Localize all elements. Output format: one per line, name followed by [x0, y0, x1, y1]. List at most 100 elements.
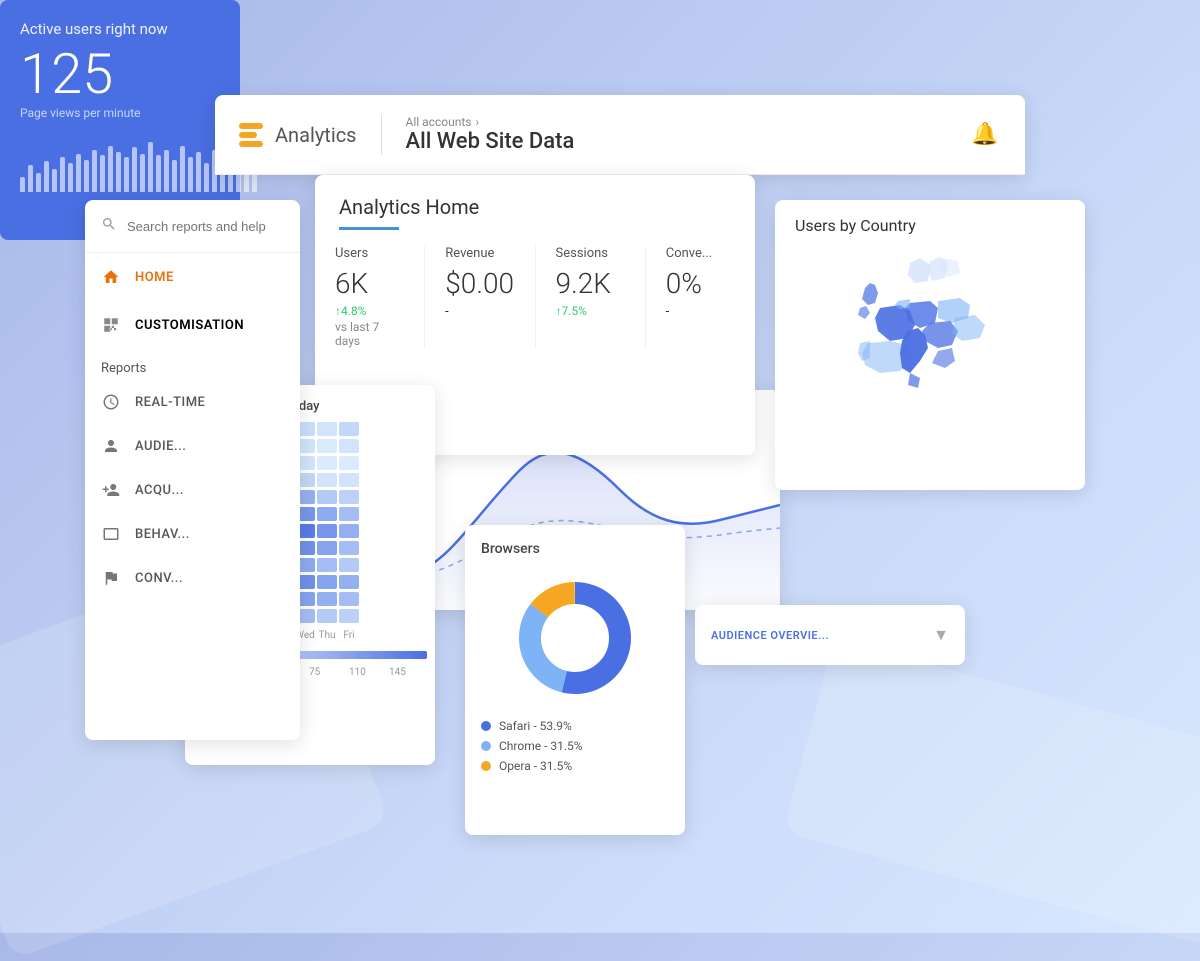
- home-label: HOME: [135, 270, 174, 285]
- heatmap-cell: [339, 456, 359, 470]
- sidebar-item-customisation[interactable]: CUSTOMISATION: [85, 301, 300, 349]
- header-divider: [381, 115, 382, 155]
- active-chart-bar: [36, 173, 41, 192]
- heatmap-cell: [339, 524, 359, 538]
- chrome-dot: [481, 741, 491, 751]
- acquisition-label: ACQU...: [135, 483, 184, 498]
- browser-legend: Safari - 53.9% Chrome - 31.5% Opera - 31…: [465, 711, 685, 787]
- reports-section-title: Reports: [85, 349, 300, 380]
- home-icon: [101, 267, 121, 287]
- active-chart-bar: [132, 147, 137, 192]
- metric-users-label: Users: [335, 246, 404, 261]
- heatmap-cell: [317, 490, 337, 504]
- sidebar-item-conversions[interactable]: CONV...: [85, 556, 300, 600]
- active-chart-bar: [124, 157, 129, 192]
- browser-card: Browsers Safari - 53.9% Chrome - 31.5% O…: [465, 525, 685, 835]
- metric-sessions-value: 9.2K: [556, 267, 625, 300]
- active-users-chart: [0, 132, 240, 192]
- heatmap-cell: [317, 473, 337, 487]
- search-icon: [101, 216, 117, 236]
- heatmap-cell: [317, 609, 337, 623]
- audience-overview-label: AUDIENCE OVERVIE...: [711, 629, 829, 642]
- metric-sessions-change: ↑7.5%: [556, 304, 625, 318]
- metric-revenue-change: -: [445, 304, 514, 318]
- heatmap-cell: [317, 592, 337, 606]
- active-chart-bar: [180, 146, 185, 192]
- safari-dot: [481, 721, 491, 731]
- browser-title: Browsers: [465, 525, 685, 565]
- heatmap-cell: [339, 609, 359, 623]
- behaviour-icon: [101, 524, 121, 544]
- active-chart-bar: [92, 150, 97, 192]
- logo-icon: [239, 123, 263, 147]
- analytics-home-title: Analytics Home: [339, 195, 731, 219]
- logo-bar-1: [239, 123, 263, 129]
- active-chart-bar: [60, 157, 65, 192]
- conversions-label: CONV...: [135, 571, 183, 586]
- active-chart-bar: [76, 154, 81, 192]
- metric-users-value: 6K: [335, 267, 404, 300]
- active-users-title: Active users right now: [0, 0, 240, 46]
- heatmap-cell: [339, 592, 359, 606]
- notification-bell-icon[interactable]: 🔔: [969, 119, 1001, 151]
- active-chart-bar: [68, 163, 73, 192]
- active-chart-bar: [140, 154, 145, 192]
- heatmap-cell: [317, 541, 337, 555]
- active-chart-bar: [44, 161, 49, 192]
- sidebar: HOME CUSTOMISATION Reports REAL-TIME AUD…: [85, 200, 300, 740]
- audience-strip: AUDIENCE OVERVIE... ▼: [695, 605, 965, 665]
- heatmap-cell: [339, 439, 359, 453]
- metric-conversions-change: -: [666, 304, 735, 318]
- dropdown-icon[interactable]: ▼: [933, 625, 949, 645]
- heatmap-cell: [317, 524, 337, 538]
- opera-label: Opera - 31.5%: [499, 759, 572, 773]
- opera-dot: [481, 761, 491, 771]
- donut-chart-svg: [510, 573, 640, 703]
- acquisition-icon: [101, 480, 121, 500]
- header-bar: Analytics All accounts › All Web Site Da…: [215, 95, 1025, 175]
- metric-users: Users 6K ↑4.8% vs last 7 days: [315, 246, 425, 348]
- chrome-label: Chrome - 31.5%: [499, 739, 583, 753]
- active-chart-bar: [116, 152, 121, 192]
- metric-users-note: vs last 7 days: [335, 320, 404, 348]
- app-logo: Analytics: [239, 123, 357, 147]
- country-map-card: Users by Country: [775, 200, 1085, 490]
- active-chart-bar: [52, 169, 57, 192]
- active-chart-bar: [84, 160, 89, 192]
- map-container: [775, 243, 1085, 463]
- metric-revenue: Revenue $0.00 -: [425, 246, 535, 348]
- active-chart-bar: [108, 146, 113, 192]
- sidebar-item-behaviour[interactable]: BEHAV...: [85, 512, 300, 556]
- sidebar-item-home[interactable]: HOME: [85, 253, 300, 301]
- metric-users-change: ↑4.8%: [335, 304, 404, 318]
- active-chart-bar: [156, 155, 161, 192]
- active-chart-bar: [100, 155, 105, 192]
- metric-revenue-label: Revenue: [445, 246, 514, 261]
- heatmap-cell: [339, 422, 359, 436]
- metric-sessions: Sessions 9.2K ↑7.5%: [536, 246, 646, 348]
- metric-revenue-value: $0.00: [445, 267, 514, 300]
- heatmap-cell: [339, 507, 359, 521]
- heatmap-cell: [339, 473, 359, 487]
- customisation-icon: [101, 315, 121, 335]
- heatmap-cell: [339, 541, 359, 555]
- metrics-row: Users 6K ↑4.8% vs last 7 days Revenue $0…: [315, 230, 755, 348]
- metric-conversions-label: Conve...: [666, 246, 735, 261]
- search-input[interactable]: [127, 219, 284, 234]
- bg-decoration-2: [783, 639, 1200, 961]
- legend-safari: Safari - 53.9%: [481, 719, 669, 733]
- sidebar-item-acquisition[interactable]: ACQU...: [85, 468, 300, 512]
- legend-opera: Opera - 31.5%: [481, 759, 669, 773]
- active-chart-bar: [28, 165, 33, 192]
- country-map-title: Users by Country: [775, 200, 1085, 243]
- active-chart-bar: [148, 142, 153, 192]
- sidebar-item-realtime[interactable]: REAL-TIME: [85, 380, 300, 424]
- sidebar-item-audience[interactable]: AUDIE...: [85, 424, 300, 468]
- heatmap-cell: [317, 558, 337, 572]
- sidebar-search-container: [85, 200, 300, 253]
- active-users-label: Page views per minute: [0, 102, 240, 132]
- behaviour-label: BEHAV...: [135, 527, 190, 542]
- logo-bar-2: [239, 132, 257, 138]
- heatmap-cell: [339, 575, 359, 589]
- heatmap-cell: [317, 456, 337, 470]
